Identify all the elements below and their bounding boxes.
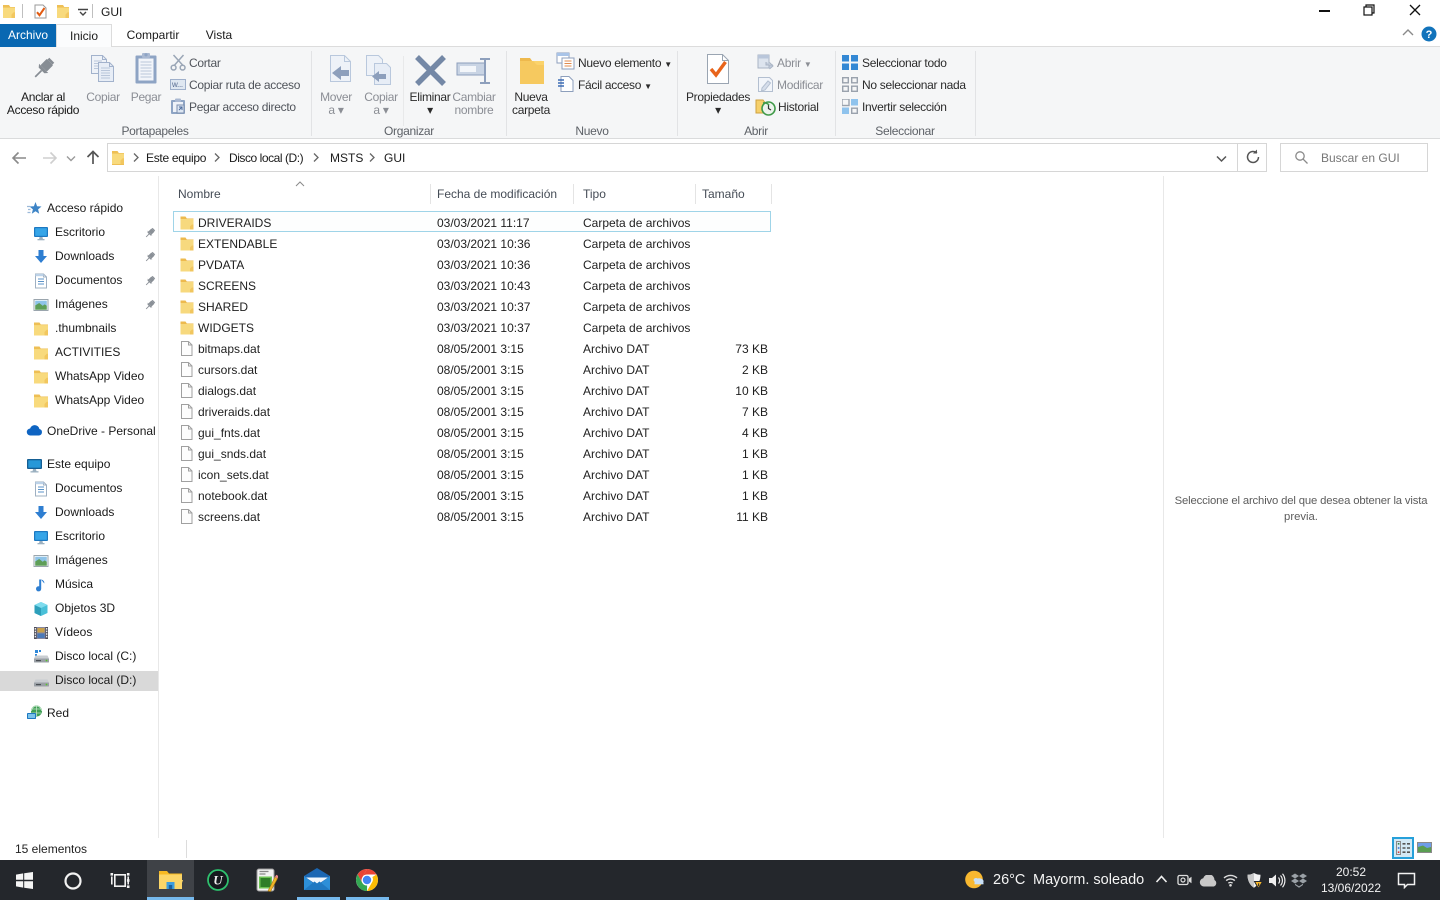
- svg-text:U: U: [213, 873, 223, 888]
- svg-text:?: ?: [1426, 29, 1433, 41]
- svg-text:w...: w...: [171, 80, 183, 89]
